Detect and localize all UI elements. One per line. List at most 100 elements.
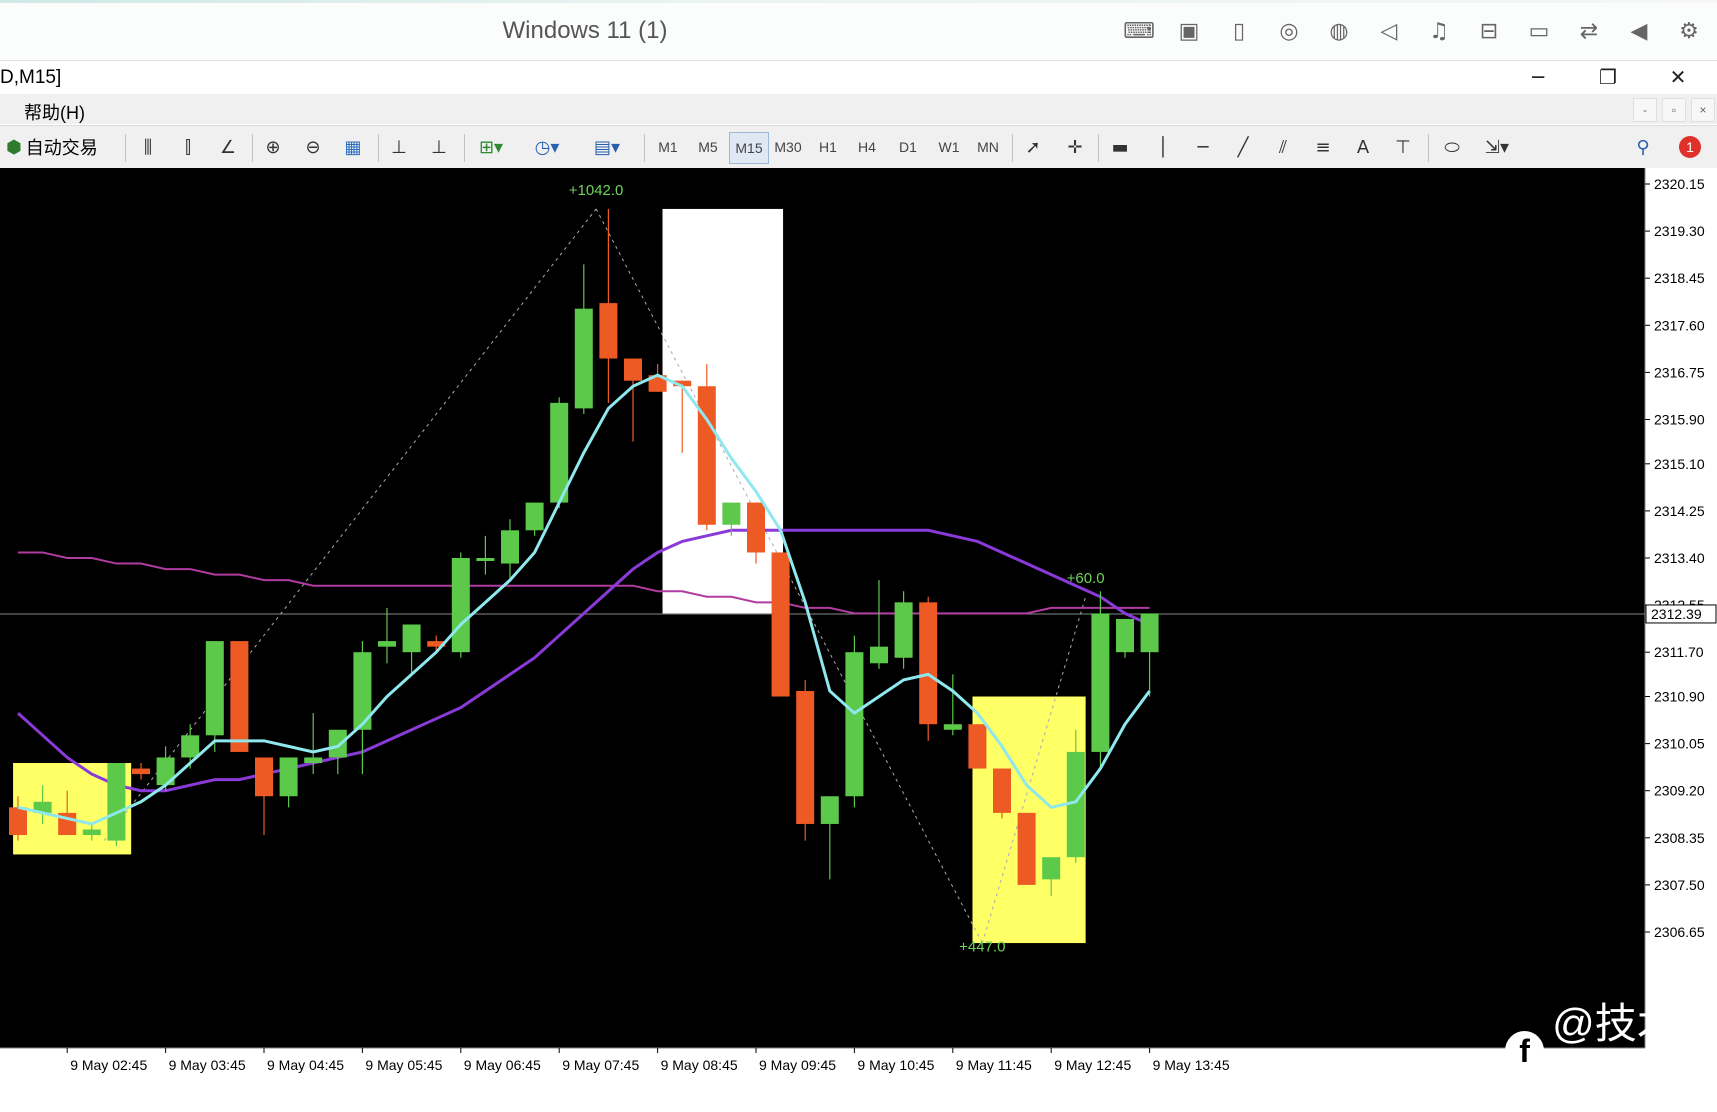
- time-tick-label: 9 May 13:45: [1153, 1057, 1230, 1073]
- minimize-button[interactable]: ─: [1508, 61, 1568, 93]
- camera-icon[interactable]: ▭: [1521, 16, 1557, 46]
- menu-help[interactable]: 帮助(H): [24, 99, 85, 125]
- watermark-logo: f: [1505, 1031, 1545, 1071]
- autotrade-button[interactable]: ⬢ 自动交易: [6, 132, 118, 162]
- candle-body: [845, 652, 864, 797]
- templates-icon[interactable]: ▤▾: [584, 132, 630, 162]
- price-chart[interactable]: +1042.0 +447.0 +60.0 2320.15 2319.30 2318.45 2…: [0, 168, 1717, 1080]
- timeframe-h4[interactable]: H4: [849, 132, 885, 162]
- usb-icon[interactable]: ▯: [1221, 16, 1257, 46]
- chart-shift-icon[interactable]: ⊥: [384, 132, 414, 162]
- bar-chart-icon[interactable]: ⫼: [133, 132, 163, 162]
- price-tick-label: 2320.15: [1654, 176, 1705, 192]
- crosshair-icon[interactable]: ✛: [1060, 132, 1090, 162]
- time-tick-label: 9 May 06:45: [464, 1057, 541, 1073]
- candle-body: [820, 796, 839, 824]
- time-tick-label: 9 May 11:45: [956, 1057, 1032, 1073]
- candle-body: [230, 641, 249, 752]
- mdi-restore-button[interactable]: ▫: [1662, 98, 1686, 122]
- trendline-icon[interactable]: ╱: [1228, 132, 1258, 162]
- profit-annotation: +447.0: [959, 938, 1005, 955]
- transfer-icon[interactable]: ⇄: [1571, 16, 1607, 46]
- fibonacci-icon[interactable]: ≡: [1308, 132, 1338, 162]
- timeframe-w1[interactable]: W1: [931, 132, 967, 162]
- timeframe-d1[interactable]: D1: [890, 132, 926, 162]
- price-tick-label: 2307.50: [1654, 877, 1705, 893]
- candle-body: [993, 768, 1011, 813]
- toolbar-separator: [1012, 134, 1013, 162]
- line-chart-icon[interactable]: ∠: [213, 132, 243, 162]
- horizontal-line-icon[interactable]: ─: [1188, 132, 1218, 162]
- candle-body: [1091, 613, 1110, 752]
- vm-top-accent: [0, 0, 1717, 3]
- cpu-icon[interactable]: ▣: [1171, 16, 1207, 46]
- toolbar-separator: [1098, 134, 1099, 162]
- candlestick-chart-icon[interactable]: ⫿: [173, 132, 203, 162]
- autoscroll-icon[interactable]: ⊥: [424, 132, 454, 162]
- price-tick-label: 2314.25: [1654, 503, 1705, 519]
- microphone-icon[interactable]: ♫: [1421, 16, 1457, 46]
- indicators-icon[interactable]: ⊞▾: [470, 132, 512, 162]
- timeframe-m30[interactable]: M30: [769, 132, 807, 162]
- mdi-minimize-button[interactable]: -: [1633, 98, 1657, 122]
- time-tick-label: 9 May 07:45: [562, 1057, 639, 1073]
- timeframe-m1[interactable]: M1: [650, 132, 686, 162]
- price-tick-label: 2310.05: [1654, 736, 1705, 752]
- toolbar-separator: [644, 134, 645, 162]
- tile-windows-icon[interactable]: ▦: [338, 132, 368, 162]
- zoom-in-icon[interactable]: ⊕: [258, 132, 288, 162]
- candle-body: [919, 602, 938, 725]
- toolbar-separator: [252, 134, 253, 162]
- notification-badge: 1: [1679, 136, 1701, 158]
- menu-bar: 帮助(H) - ▫ ×: [0, 94, 1717, 124]
- candle-body: [501, 530, 519, 564]
- current-price-label: 2312.39: [1651, 606, 1702, 622]
- candle-body: [378, 641, 396, 647]
- candle-body: [132, 768, 150, 775]
- toolbar-separator: [125, 134, 126, 162]
- timeframe-h1[interactable]: H1: [810, 132, 846, 162]
- autotrade-icon: ⬢: [6, 136, 22, 158]
- ellipse-tool-icon[interactable]: ⬭: [1434, 132, 1470, 162]
- candle-body: [279, 757, 298, 797]
- candle-body: [870, 646, 888, 664]
- close-button[interactable]: ✕: [1648, 61, 1708, 93]
- candle-body: [328, 729, 347, 758]
- notification-button[interactable]: 1: [1670, 132, 1710, 162]
- speaker-icon[interactable]: ◁: [1371, 16, 1407, 46]
- vm-title: Windows 11 (1): [502, 17, 668, 44]
- timeframe-m5[interactable]: M5: [690, 132, 726, 162]
- timeframe-mn[interactable]: MN: [970, 132, 1006, 162]
- candle-body: [968, 724, 987, 769]
- vertical-line-icon[interactable]: │: [1148, 132, 1178, 162]
- channel-icon[interactable]: ⫽: [1268, 132, 1298, 162]
- zoom-out-icon[interactable]: ⊖: [298, 132, 328, 162]
- drive-icon[interactable]: ⊟: [1471, 16, 1507, 46]
- rectangle-tool-icon[interactable]: ▬: [1105, 132, 1135, 162]
- collapse-icon[interactable]: ◀: [1621, 16, 1657, 46]
- candle-body: [82, 829, 101, 836]
- price-tick-label: 2318.45: [1654, 270, 1705, 286]
- price-chart-area[interactable]: +1042.0 +447.0 +60.0 2320.15 2319.30 2318.45 2…: [0, 168, 1717, 1080]
- candle-body: [451, 558, 470, 653]
- candle-body: [181, 735, 200, 758]
- text-tool-icon[interactable]: A: [1348, 132, 1378, 162]
- mdi-close-button[interactable]: ×: [1691, 98, 1715, 122]
- timeframe-m15[interactable]: M15: [729, 132, 769, 164]
- price-tick-label: 2308.35: [1654, 830, 1705, 846]
- network-icon[interactable]: ◍: [1321, 16, 1357, 46]
- settings-icon[interactable]: ⚙: [1671, 16, 1707, 46]
- arrows-icon[interactable]: ⇲▾: [1476, 132, 1518, 162]
- profit-annotation: +1042.0: [569, 182, 624, 199]
- periods-icon[interactable]: ◷▾: [526, 132, 568, 162]
- text-label-icon[interactable]: ⊤: [1388, 132, 1418, 162]
- candle-body: [943, 724, 962, 730]
- disc-icon[interactable]: ◎: [1271, 16, 1307, 46]
- price-tick-label: 2310.90: [1654, 689, 1705, 705]
- keyboard-icon[interactable]: ⌨: [1121, 16, 1157, 46]
- price-tick-label: 2311.70: [1654, 644, 1704, 660]
- time-tick-label: 9 May 04:45: [267, 1057, 344, 1073]
- search-icon[interactable]: ⚲: [1628, 132, 1658, 162]
- cursor-icon[interactable]: ➚: [1018, 132, 1048, 162]
- restore-button[interactable]: ❐: [1578, 61, 1638, 93]
